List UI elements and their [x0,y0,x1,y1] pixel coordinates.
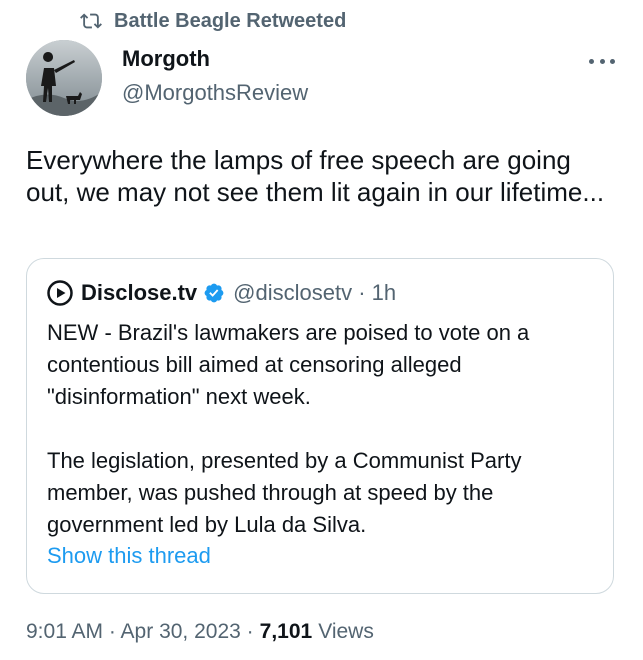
quoted-tweet-card[interactable]: Disclose.tv @disclosetv · 1h NEW - Brazi… [26,258,614,594]
tweet-metadata: 9:01 AM · Apr 30, 2023 · 7,101 Views [26,620,374,644]
views-count: 7,101 [259,620,313,643]
views-label: Views [318,620,374,643]
retweet-context[interactable]: Battle Beagle Retweeted [80,8,346,34]
tweet-text: Everywhere the lamps of free speech are … [26,145,605,207]
author-name[interactable]: Morgoth [122,46,210,72]
avatar-silhouette [26,40,102,116]
tweet-timestamp[interactable]: 9:01 AM · Apr 30, 2023 · [26,620,254,644]
quoted-tweet-header: Disclose.tv @disclosetv · 1h [47,279,396,307]
author-handle[interactable]: @MorgothsReview [122,80,308,106]
quoted-author-handle-time[interactable]: @disclosetv · 1h [233,280,396,306]
quoted-author-name[interactable]: Disclose.tv [81,280,197,306]
show-thread-link[interactable]: Show this thread [47,543,211,569]
avatar[interactable] [26,40,102,116]
retweet-icon [80,13,102,29]
retweet-label: Battle Beagle Retweeted [114,9,347,32]
disclose-logo-icon [47,280,73,306]
verified-badge-icon [204,283,224,303]
quoted-tweet-text: NEW - Brazil's lawmakers are poised to v… [47,320,530,537]
more-icon[interactable] [589,56,615,66]
